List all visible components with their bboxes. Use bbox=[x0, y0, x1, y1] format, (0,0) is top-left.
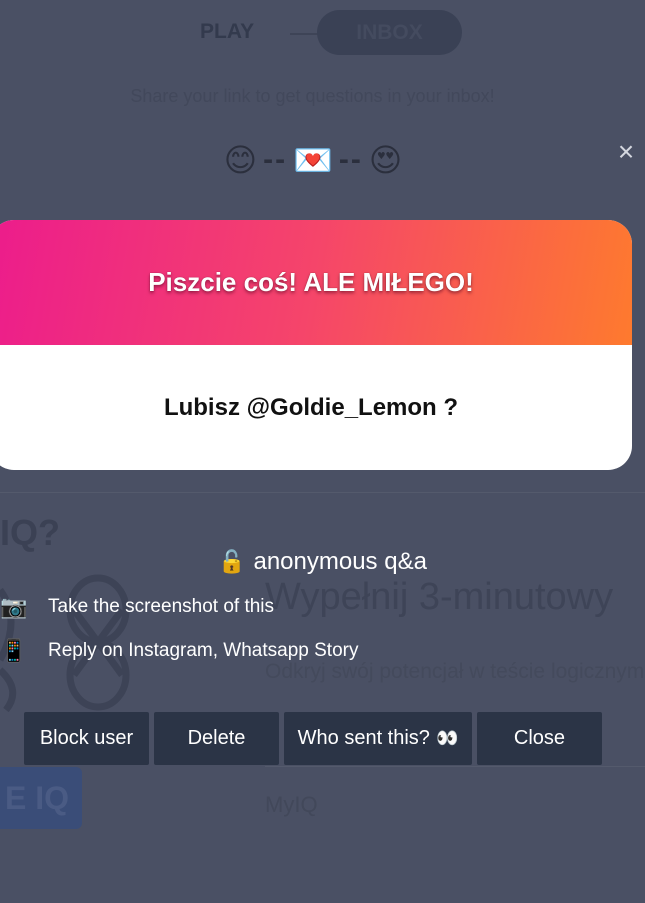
block-user-button[interactable]: Block user bbox=[24, 712, 149, 765]
tip-screenshot: 📷 Take the screenshot of this bbox=[0, 594, 274, 620]
anonymous-label: 🔓 anonymous q&a bbox=[0, 548, 645, 576]
tip-text: Take the screenshot of this bbox=[48, 596, 275, 617]
brand-label: MyIQ bbox=[265, 792, 318, 817]
dash-separator: -- bbox=[338, 143, 363, 176]
tab-inbox: INBOX bbox=[317, 10, 462, 55]
divider bbox=[0, 492, 645, 493]
eyes-icon: 👀 bbox=[435, 728, 459, 748]
phone-icon: 📱 bbox=[0, 638, 28, 663]
close-icon[interactable]: × bbox=[612, 136, 640, 168]
close-button[interactable]: Close bbox=[477, 712, 602, 765]
love-letter-emoji-icon: 💌 bbox=[293, 142, 333, 178]
divider bbox=[265, 766, 645, 767]
card-header-text: Piszcie coś! ALE MIŁEGO! bbox=[148, 267, 474, 297]
smile-emoji-icon: 😊 bbox=[223, 142, 258, 178]
start-test-button: E IQ bbox=[0, 767, 82, 829]
tip-text: Reply on Instagram, Whatsapp Story bbox=[48, 640, 359, 661]
promo-title: Wypełnij 3-minutowy bbox=[265, 576, 614, 618]
camera-icon: 📷 bbox=[0, 594, 28, 619]
anonymous-text: anonymous q&a bbox=[253, 548, 427, 575]
share-hint: Share your link to get questions in your… bbox=[130, 86, 495, 106]
tab-separator bbox=[290, 33, 320, 35]
card-header: Piszcie coś! ALE MIŁEGO! bbox=[0, 220, 632, 345]
question-card: Piszcie coś! ALE MIŁEGO! Lubisz @Goldie_… bbox=[0, 220, 632, 470]
unlock-icon: 🔓 bbox=[218, 549, 246, 574]
who-sent-button[interactable]: Who sent this? 👀 bbox=[284, 712, 472, 765]
heart-eyes-emoji-icon: 😍 bbox=[368, 142, 403, 178]
who-sent-label: Who sent this? bbox=[297, 727, 430, 749]
tip-reply: 📱 Reply on Instagram, Whatsapp Story bbox=[0, 638, 358, 664]
emoji-header: 😊 -- 💌 -- 😍 bbox=[0, 138, 626, 182]
dash-separator: -- bbox=[263, 143, 288, 176]
card-question: Lubisz @Goldie_Lemon ? bbox=[163, 393, 459, 421]
delete-button[interactable]: Delete bbox=[154, 712, 279, 765]
tab-play: PLAY bbox=[200, 20, 255, 43]
